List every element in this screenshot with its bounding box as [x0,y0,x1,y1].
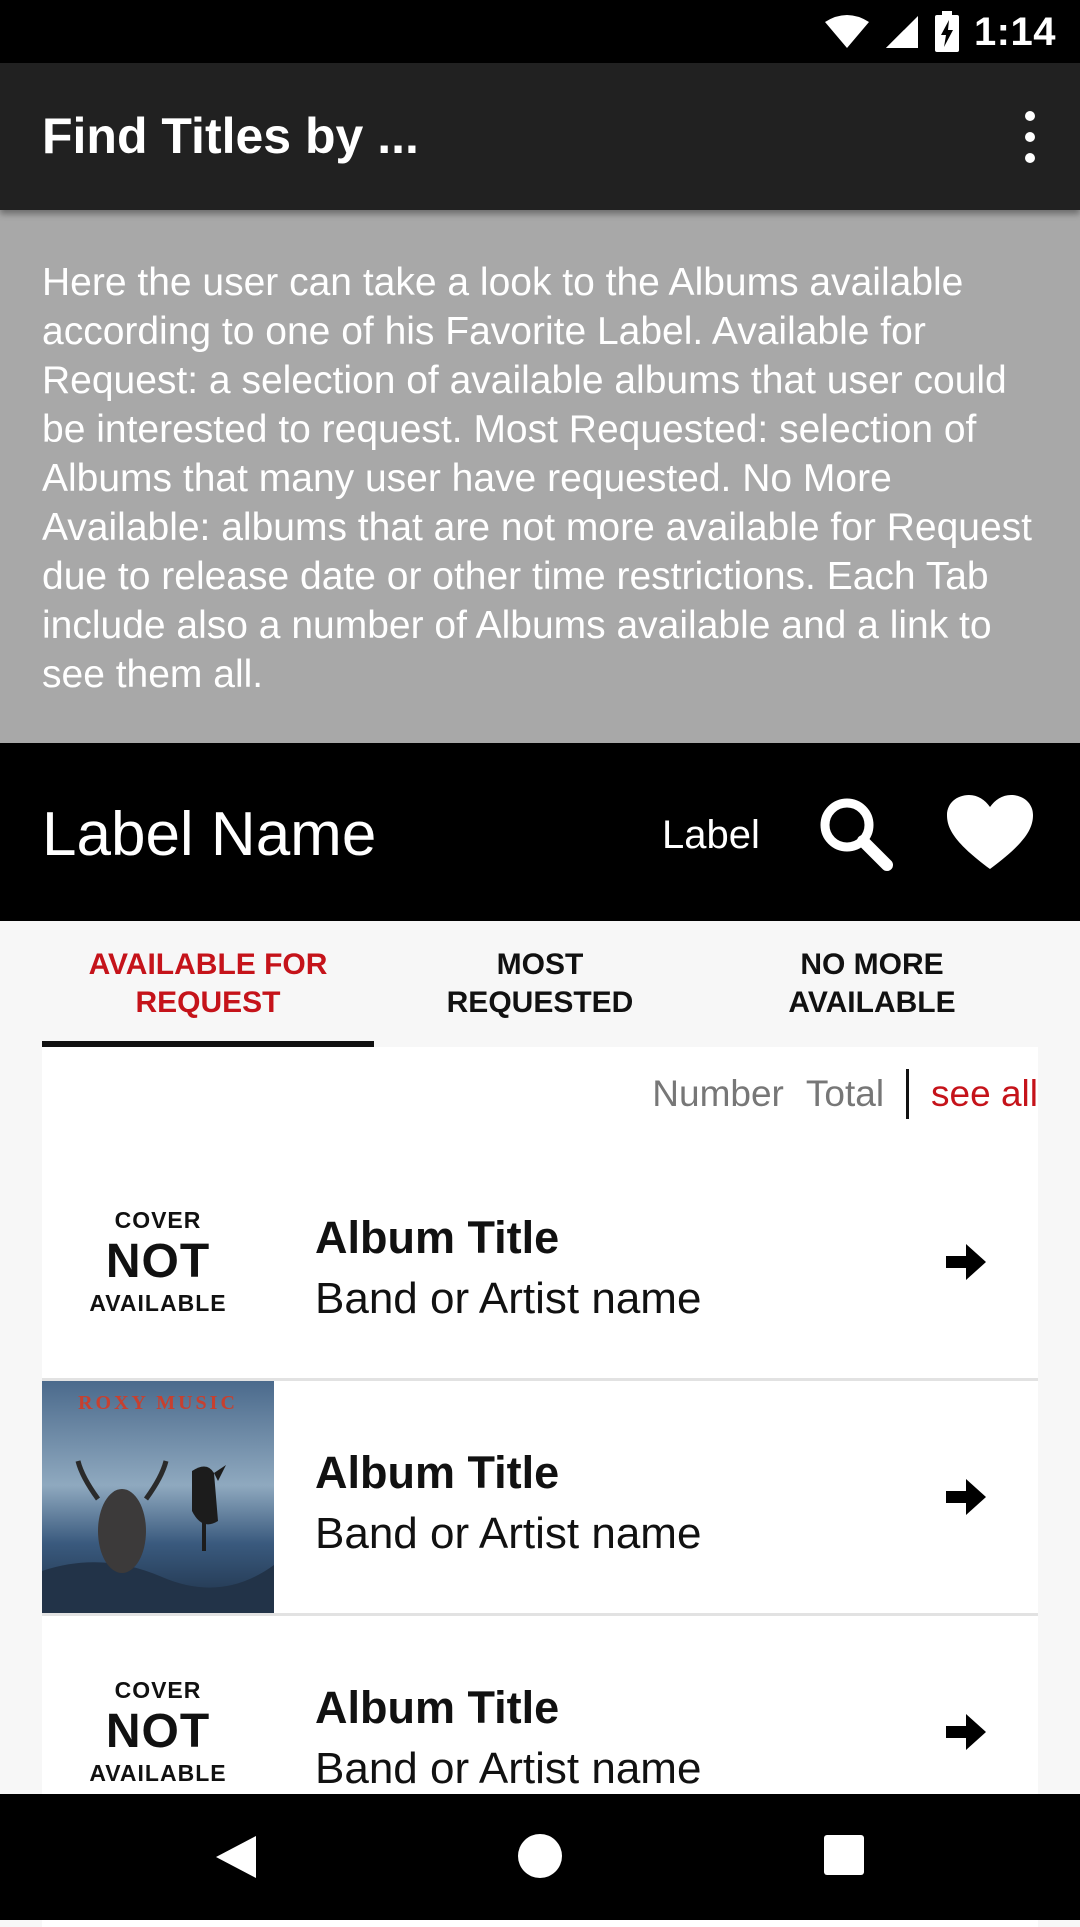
cover-not-available: COVER NOT AVAILABLE [42,1146,274,1378]
description-text: Here the user can take a look to the Alb… [42,261,1033,696]
app-bar: Find Titles by ... [0,63,1080,210]
wifi-icon [824,15,869,48]
album-row[interactable]: ROXY MUSIC Album Title Band or Artist na… [42,1381,1038,1616]
tab-bar: AVAILABLE FOR REQUEST MOST REQUESTED NO … [42,921,1038,1047]
cell-signal-icon [885,16,918,48]
album-row[interactable]: COVER NOT AVAILABLE Album Title Band or … [42,1146,1038,1381]
count-row: Number Total see all [652,1067,1038,1121]
album-number: Number [652,1073,784,1114]
label-header: Label Name Label [0,743,1080,921]
page-title: Find Titles by ... [42,108,419,164]
back-icon[interactable] [214,1834,258,1880]
arrow-right-icon[interactable] [944,1710,988,1754]
album-artist: Band or Artist name [315,1744,702,1793]
album-title: Album Title [315,1212,560,1263]
home-icon[interactable] [518,1834,562,1878]
recent-apps-icon[interactable] [824,1835,864,1875]
label-name: Label Name [42,800,377,869]
arrow-right-icon[interactable] [944,1475,988,1519]
description-panel: Here the user can take a look to the Alb… [0,210,1080,743]
see-all-link[interactable]: see all [931,1073,1038,1115]
overflow-menu-icon[interactable] [1010,111,1050,163]
tab-most-requested[interactable]: MOST REQUESTED [374,921,706,1047]
label-caption: Label [662,813,760,857]
status-time: 1:14 [973,9,1056,54]
arrow-right-icon[interactable] [944,1240,988,1284]
tab-available-for-request[interactable]: AVAILABLE FOR REQUEST [42,921,374,1047]
album-total: Total [805,1073,885,1114]
album-title: Album Title [315,1682,560,1733]
svg-text:ROXY MUSIC: ROXY MUSIC [78,1392,238,1414]
battery-charging-icon [934,11,959,52]
album-artist: Band or Artist name [315,1509,702,1558]
album-artist: Band or Artist name [315,1274,702,1323]
tab-no-more-available[interactable]: NO MORE AVAILABLE [706,921,1038,1047]
system-nav-bar [0,1794,1080,1920]
heart-icon[interactable] [945,793,1035,873]
search-icon[interactable] [815,793,895,873]
album-cover-image: ROXY MUSIC [42,1381,274,1613]
status-icons: 1:14 [824,8,1056,56]
count-divider [906,1069,910,1119]
status-bar: 1:14 [0,0,1080,63]
album-title: Album Title [315,1447,560,1498]
